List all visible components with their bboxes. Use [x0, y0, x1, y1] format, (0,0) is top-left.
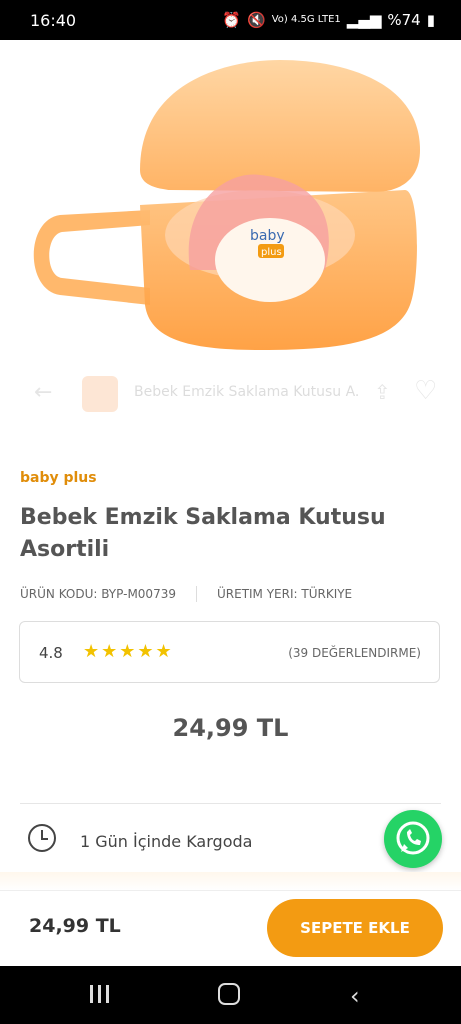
- product-code: ÜRÜN KODU: BYP-M00739: [20, 587, 176, 601]
- rating-score: 4.8: [39, 644, 63, 662]
- bottom-shadow: [0, 872, 461, 890]
- clock-icon: [28, 824, 56, 852]
- product-codes: ÜRÜN KODU: BYP-M00739 ÜRETIM YERI: TÜRKI…: [20, 586, 441, 602]
- status-time: 16:40: [30, 11, 77, 30]
- status-icons: ⏰ 🔇 Vo) 4.5G LTE1 ▂▄▆ %74 ▮: [222, 11, 435, 29]
- arrow-left-icon[interactable]: ←: [34, 380, 52, 405]
- review-count[interactable]: (39 DEĞERLENDIRME): [288, 646, 421, 660]
- pacifier-case-image: baby plus: [33, 60, 420, 350]
- battery-label: %74: [387, 11, 421, 29]
- star-rating-icon: ★★★★★: [83, 641, 174, 662]
- sticky-header: ← Bebek Emzik Saklama Kutusu A. ⇪ ♡: [0, 370, 461, 418]
- home-icon[interactable]: [218, 983, 240, 1005]
- header-thumbnail: [82, 376, 118, 412]
- signal-icon: ▂▄▆: [346, 11, 382, 29]
- bottom-bar: 24,99 TL SEPETE EKLE: [0, 890, 461, 967]
- whatsapp-icon: [396, 821, 430, 855]
- product-price: 24,99 TL: [172, 714, 289, 742]
- battery-icon: ▮: [426, 11, 435, 29]
- bottom-price: 24,99 TL: [29, 915, 121, 937]
- whatsapp-button[interactable]: [384, 810, 442, 868]
- product-title: Bebek Emzik Saklama Kutusu Asortili: [20, 505, 386, 562]
- share-icon[interactable]: ⇪: [374, 380, 391, 404]
- mute-icon: 🔇: [247, 11, 266, 29]
- shipping-info: 1 Gün İçinde Kargoda: [20, 820, 441, 860]
- divider: [20, 803, 441, 804]
- header-title: Bebek Emzik Saklama Kutusu A.: [134, 384, 360, 400]
- product-image[interactable]: baby plus: [0, 40, 461, 370]
- rating-box[interactable]: 4.8 ★★★★★ (39 DEĞERLENDIRME): [19, 621, 440, 683]
- recents-icon[interactable]: [90, 985, 114, 1003]
- brand-link[interactable]: baby plus: [20, 470, 97, 486]
- svg-text:plus: plus: [261, 247, 282, 258]
- network-label: Vo) 4.5G LTE1: [271, 14, 341, 25]
- status-bar: 16:40 ⏰ 🔇 Vo) 4.5G LTE1 ▂▄▆ %74 ▮: [0, 0, 461, 40]
- system-nav-bar: ‹: [0, 966, 461, 1024]
- back-icon[interactable]: ‹: [350, 982, 360, 1010]
- svg-text:baby: baby: [250, 228, 285, 244]
- heart-icon[interactable]: ♡: [414, 376, 437, 406]
- add-to-cart-button[interactable]: SEPETE EKLE: [267, 899, 443, 957]
- shipping-label: 1 Gün İçinde Kargoda: [80, 832, 253, 851]
- code-separator: [195, 586, 197, 602]
- product-origin: ÜRETIM YERI: TÜRKIYE: [216, 587, 353, 601]
- alarm-icon: ⏰: [222, 11, 242, 29]
